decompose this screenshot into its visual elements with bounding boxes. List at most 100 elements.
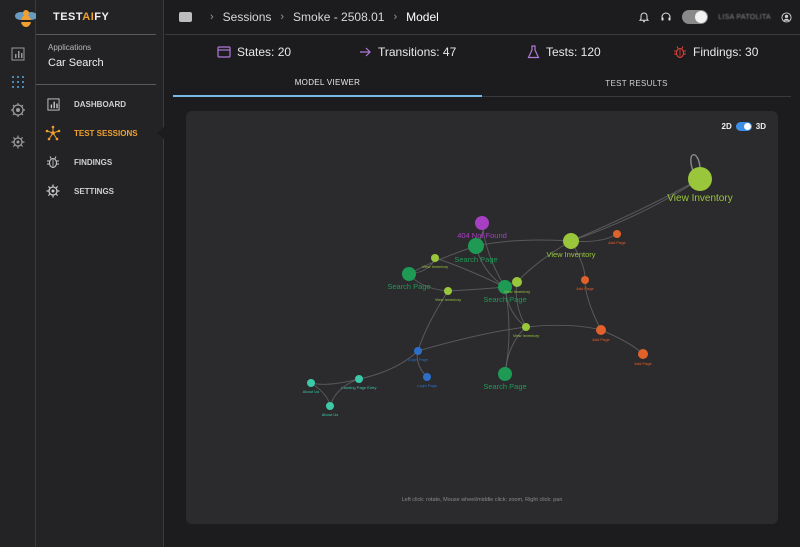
graph-node[interactable] (468, 238, 484, 254)
graph-node-label: Add Page (634, 361, 652, 366)
state-graph[interactable]: View Inventory404 Not FoundSearch PageVi… (186, 111, 778, 524)
sidebar-item-dashboard[interactable]: DASHBOARD (44, 94, 156, 114)
graph-node-label: Landing Page Entry (341, 385, 376, 390)
graph-node-label: 404 Not Found (457, 231, 507, 240)
graph-node[interactable] (423, 373, 431, 381)
app-label: Applications (48, 43, 92, 52)
stats-bar: States: 20 Transitions: 47 Tests: 120 Fi… (165, 36, 800, 69)
gear-icon (11, 135, 25, 149)
toggle-2d-label: 2D (721, 122, 732, 131)
graph-node[interactable] (522, 323, 530, 331)
graph-node-label: Search Page (454, 255, 497, 264)
sidebar-item-label: DASHBOARD (74, 99, 126, 109)
graph-node-label: Search Page (483, 295, 526, 304)
headset-icon[interactable] (660, 11, 672, 23)
graph-node[interactable] (563, 233, 579, 249)
theme-toggle[interactable] (682, 10, 709, 24)
menu-icon[interactable] (179, 12, 192, 22)
sidebar-item-findings[interactable]: FINDINGS (44, 152, 156, 172)
network-icon (45, 125, 61, 141)
graph-edge (310, 382, 331, 407)
graph-node[interactable] (596, 325, 606, 335)
tab-model-viewer[interactable]: MODEL VIEWER (173, 70, 482, 97)
tab-test-results[interactable]: TEST RESULTS (482, 70, 791, 97)
graph-node-label: Search Page (483, 382, 526, 391)
sidebar-divider (36, 84, 156, 85)
grid-dots-icon (12, 76, 24, 88)
graph-node-label: About Us (322, 412, 338, 417)
bar-chart-icon (11, 47, 25, 61)
rail-sessions-button[interactable] (8, 72, 28, 92)
graph-node-label: Add Page (608, 240, 626, 245)
graph-edge (570, 178, 701, 242)
graph-node[interactable] (355, 375, 363, 383)
active-nav-caret (157, 126, 165, 140)
sidebar: TESTAIFY Applications Car Search DASHBOA… (36, 0, 164, 547)
graph-node[interactable] (688, 167, 712, 191)
rail-settings-button[interactable] (8, 132, 28, 152)
sidebar-item-settings[interactable]: SETTINGS (44, 181, 156, 201)
graph-node-label: Login Page (408, 357, 429, 362)
graph-node[interactable] (414, 347, 422, 355)
app-name[interactable]: Car Search (48, 57, 104, 69)
dimension-switch[interactable] (735, 122, 752, 131)
arrow-right-icon (360, 47, 371, 57)
graph-edge (358, 350, 419, 380)
view-tabs: MODEL VIEWER TEST RESULTS (173, 70, 791, 97)
brand-name: TESTAIFY (53, 11, 110, 23)
graph-node[interactable] (307, 379, 315, 387)
graph-node[interactable] (498, 367, 512, 381)
graph-node[interactable] (402, 267, 416, 281)
model-viewer-canvas[interactable]: View Inventory 404 Not Found Search Page Vi… (186, 111, 778, 524)
sidebar-item-label: FINDINGS (74, 157, 113, 167)
graph-node-label: About Us (303, 389, 319, 394)
rail-dashboard-button[interactable] (8, 44, 28, 64)
graph-node[interactable] (431, 254, 439, 262)
controls-hint: Left click: rotate, Mouse wheel/middle c… (401, 497, 563, 503)
graph-node[interactable] (613, 230, 621, 238)
bar-chart-icon (46, 97, 60, 111)
graph-edge (475, 239, 572, 247)
graph-node-label: Add Page (576, 286, 594, 291)
stat-states: States: 20 (217, 45, 291, 59)
graph-node-label: View Inventory (422, 264, 448, 269)
graph-node-label: View Inventory (435, 297, 461, 302)
breadcrumb-current: Model (406, 10, 439, 24)
graph-node-label: View Inventory (667, 193, 732, 204)
toggle-3d-label: 3D (755, 122, 766, 131)
user-name[interactable]: LISA PATOLITA (718, 14, 771, 21)
sidebar-item-label: SETTINGS (74, 186, 115, 196)
header-actions: LISA PATOLITA (628, 9, 792, 25)
graph-node[interactable] (444, 287, 452, 295)
graph-edge (417, 326, 527, 352)
dimension-toggle[interactable]: 2D 3D (722, 122, 766, 131)
graph-node[interactable] (475, 216, 489, 230)
bell-icon[interactable] (638, 11, 650, 23)
graph-node[interactable] (326, 402, 334, 410)
graph-node[interactable] (581, 276, 589, 284)
user-icon[interactable] (781, 11, 792, 23)
graph-node-label: View Inventory (504, 289, 530, 294)
bug-icon (47, 156, 59, 169)
breadcrumb: › Sessions › Smoke - 2508.01 › Model (210, 10, 439, 24)
graph-node[interactable] (512, 277, 522, 287)
top-header: › Sessions › Smoke - 2508.01 › Model LIS… (165, 0, 800, 35)
graph-edge (570, 178, 701, 242)
graph-node[interactable] (638, 349, 648, 359)
graph-node-label: View Inventory (513, 333, 539, 338)
stat-findings: Findings: 30 (673, 45, 758, 59)
graph-node-label: Add Page (592, 337, 610, 342)
flask-icon (527, 45, 540, 59)
bug-gear-icon (11, 103, 25, 117)
bug-icon (674, 46, 686, 59)
graph-node-label: Login Page (417, 383, 438, 388)
graph-edge (516, 240, 572, 283)
graph-edge (447, 286, 506, 292)
breadcrumb-session[interactable]: Smoke - 2508.01 (293, 10, 384, 24)
window-icon (217, 46, 231, 58)
stat-transitions: Transitions: 47 (359, 45, 456, 59)
breadcrumb-sessions[interactable]: Sessions (223, 10, 272, 24)
rail-findings-button[interactable] (8, 100, 28, 120)
sidebar-item-test-sessions[interactable]: TEST SESSIONS (44, 123, 156, 143)
stat-tests: Tests: 120 (527, 45, 601, 59)
